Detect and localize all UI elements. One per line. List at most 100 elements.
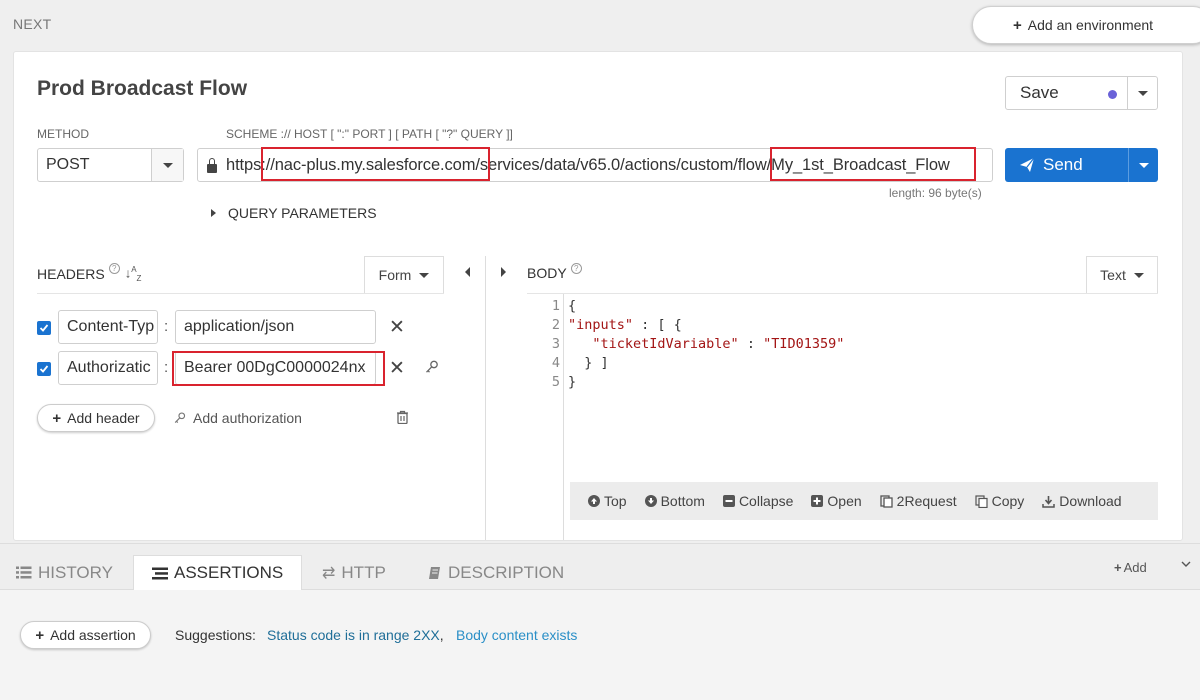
- tab-history[interactable]: HISTORY: [16, 555, 113, 590]
- key-icon[interactable]: [424, 359, 440, 375]
- code-line: } ]: [568, 355, 609, 371]
- suggestion-status-code-link[interactable]: Status code is in range 2XX,: [267, 627, 444, 643]
- copy-button[interactable]: Copy: [975, 493, 1025, 509]
- code-line: }: [568, 374, 577, 390]
- collapse-left-icon[interactable]: [465, 267, 470, 277]
- trash-icon[interactable]: [396, 410, 409, 424]
- minus-square-icon: [722, 495, 735, 507]
- body-mode-dropdown[interactable]: Text: [1086, 256, 1158, 293]
- section-label: NEXT: [13, 16, 52, 32]
- highlight-token: [172, 351, 385, 386]
- download-icon: [1042, 495, 1056, 508]
- line-number: 2: [551, 317, 560, 333]
- url-scheme-label: SCHEME :// HOST [ ":" PORT ] [ PATH [ "?…: [226, 127, 513, 141]
- line-number: 5: [551, 374, 560, 390]
- header-row-checkbox[interactable]: [37, 321, 51, 335]
- separator: :: [164, 318, 169, 335]
- remove-header-icon[interactable]: ✕: [389, 359, 405, 378]
- save-button-group: Save: [1005, 76, 1158, 110]
- body-mode-label: Text: [1100, 267, 1126, 283]
- chevron-down-icon: [419, 272, 430, 278]
- body-editor[interactable]: { "inputs" : [ { "ticketIdVariable" : "T…: [565, 294, 1158, 480]
- list-icon: [16, 566, 32, 579]
- bottom-button[interactable]: Bottom: [644, 493, 705, 509]
- help-icon[interactable]: ?: [108, 263, 120, 275]
- add-header-button[interactable]: + Add header: [37, 404, 155, 432]
- highlight-host: [261, 147, 490, 181]
- code-line: "inputs" : [ {: [568, 317, 682, 333]
- chevron-down-icon: [1133, 272, 1144, 278]
- send-dropdown-button[interactable]: [1128, 148, 1158, 182]
- sort-icon[interactable]: ↓AZ: [125, 265, 142, 283]
- help-icon[interactable]: ?: [570, 262, 582, 274]
- send-label: Send: [1043, 155, 1083, 174]
- add-assertion-button[interactable]: + Add assertion: [20, 621, 151, 649]
- tab-description[interactable]: DESCRIPTION: [428, 555, 564, 590]
- line-number-gutter: 1 2 3 4 5: [527, 294, 564, 540]
- tab-http-label: HTTP: [341, 562, 386, 582]
- add-button[interactable]: + Add: [1114, 560, 1147, 575]
- copy-label: Copy: [991, 493, 1025, 509]
- top-button[interactable]: Top: [588, 493, 627, 509]
- request-title[interactable]: Prod Broadcast Flow: [37, 77, 247, 101]
- tab-description-label: DESCRIPTION: [448, 562, 565, 582]
- method-label: METHOD: [37, 127, 89, 141]
- save-button[interactable]: Save: [1006, 77, 1127, 109]
- header-name-field[interactable]: Authorizatic: [58, 351, 158, 385]
- headers-mode-label: Form: [378, 267, 412, 283]
- query-parameters-toggle[interactable]: QUERY PARAMETERS: [211, 205, 377, 221]
- download-button[interactable]: Download: [1042, 493, 1122, 509]
- to-request-button[interactable]: 2Request: [880, 493, 957, 509]
- bottom-label: Bottom: [660, 493, 705, 509]
- tab-assertions[interactable]: ASSERTIONS: [133, 555, 303, 590]
- method-dropdown-button[interactable]: [151, 149, 183, 181]
- arrow-down-circle-icon: [644, 495, 657, 507]
- arrow-up-circle-icon: [588, 495, 600, 507]
- add-authorization-button[interactable]: Add authorization: [173, 410, 302, 426]
- body-toolbar: Top Bottom Collapse Open 2Request Copy D…: [570, 482, 1158, 520]
- suggestions-label: Suggestions:: [175, 627, 256, 643]
- body-heading: BODY ?: [527, 262, 582, 281]
- collapse-button[interactable]: Collapse: [722, 493, 793, 509]
- add-environment-button[interactable]: + Add an environment: [972, 6, 1200, 44]
- expand-icon: [211, 209, 216, 217]
- method-value: POST: [46, 156, 90, 173]
- divider: [37, 293, 444, 294]
- check-icon: [39, 324, 49, 332]
- panel-divider[interactable]: [485, 256, 486, 540]
- add-authorization-label: Add authorization: [193, 410, 302, 426]
- header-name-field[interactable]: Content-Typ: [58, 310, 158, 344]
- collapse-right-icon[interactable]: [501, 267, 518, 277]
- url-length: length: 96 byte(s): [889, 186, 982, 200]
- list-icon: [152, 567, 168, 579]
- copy-icon: [975, 494, 988, 508]
- headers-mode-dropdown[interactable]: Form: [364, 256, 444, 293]
- book-icon: [429, 566, 440, 579]
- add-assertion-label: Add assertion: [50, 627, 136, 643]
- save-dropdown-button[interactable]: [1127, 77, 1157, 109]
- remove-header-icon[interactable]: ✕: [389, 318, 405, 337]
- code-line: {: [568, 298, 577, 314]
- to-request-label: 2Request: [896, 493, 957, 509]
- exchange-icon: ⇄: [322, 564, 336, 582]
- open-button[interactable]: Open: [811, 493, 862, 509]
- header-row-checkbox[interactable]: [37, 362, 51, 376]
- tab-http[interactable]: ⇄ HTTP: [322, 555, 386, 590]
- code-line: "ticketIdVariable" : "TID01359": [592, 336, 845, 352]
- suggestion-body-content-link[interactable]: Body content exists: [456, 627, 577, 643]
- separator: :: [164, 359, 169, 376]
- body-label: BODY: [527, 265, 567, 281]
- top-label: Top: [604, 493, 627, 509]
- add-header-label: Add header: [67, 410, 140, 426]
- key-icon: [174, 412, 186, 423]
- chevron-down-icon[interactable]: [1180, 558, 1192, 570]
- header-value-field[interactable]: application/json: [175, 310, 376, 344]
- highlight-flow-name: [770, 147, 976, 181]
- query-parameters-label: QUERY PARAMETERS: [228, 205, 377, 221]
- headers-label: HEADERS: [37, 265, 105, 282]
- send-button[interactable]: Send: [1005, 148, 1128, 182]
- unsaved-dot-icon: [1108, 90, 1117, 99]
- chevron-down-icon: [1138, 162, 1149, 168]
- line-number: 4: [551, 355, 560, 371]
- method-select[interactable]: POST: [37, 148, 184, 182]
